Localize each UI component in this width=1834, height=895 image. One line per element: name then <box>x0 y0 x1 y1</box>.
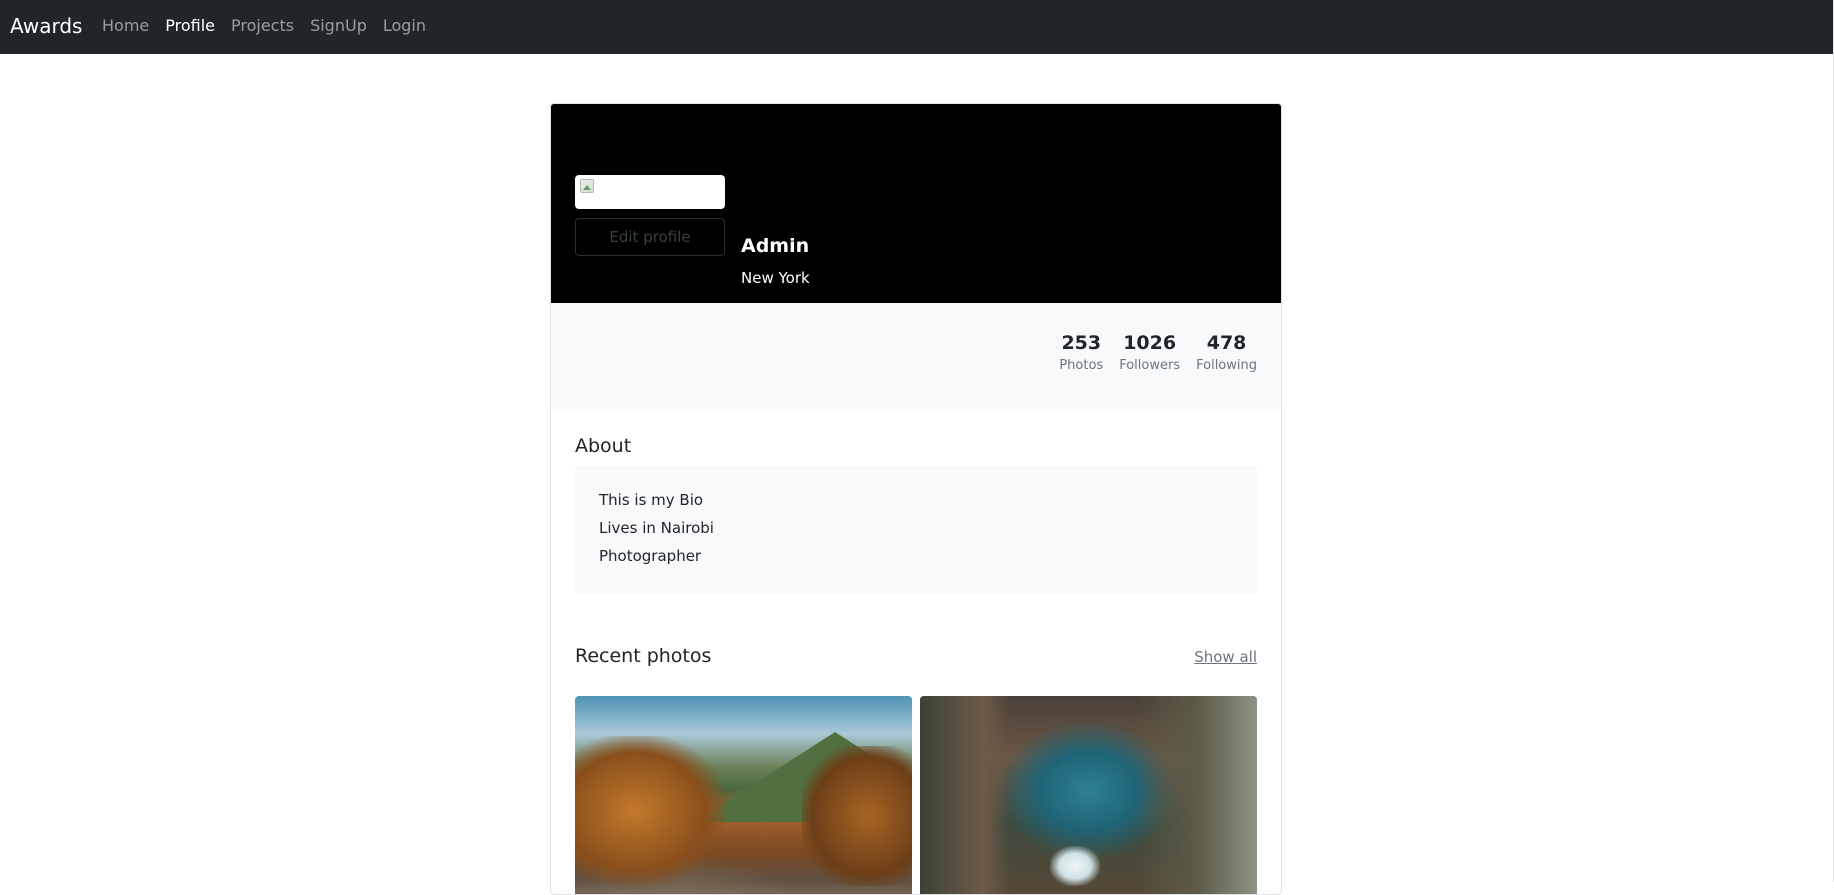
stats-bar: 253 Photos 1026 Followers 478 Following <box>551 303 1281 409</box>
photo-shape <box>1137 696 1257 894</box>
about-box: This is my Bio Lives in Nairobi Photogra… <box>575 466 1257 594</box>
profile-location: New York <box>741 269 810 287</box>
photo-shape <box>575 736 725 886</box>
bio-line: Lives in Nairobi <box>599 519 714 537</box>
brand-link[interactable]: Awards <box>10 13 82 39</box>
nav-link-profile[interactable]: Profile <box>165 15 215 37</box>
bio-line: Photographer <box>599 547 702 565</box>
stat-value: 1026 <box>1123 332 1177 354</box>
stat-label: Photos <box>1059 358 1104 373</box>
nav-link-home[interactable]: Home <box>102 15 149 37</box>
nav-link-projects[interactable]: Projects <box>231 15 294 37</box>
show-all-link[interactable]: Show all <box>1194 647 1257 667</box>
stat-label: Following <box>1196 358 1257 373</box>
nav-link-login[interactable]: Login <box>383 15 426 37</box>
navbar: Awards Home Profile Projects SignUp Logi… <box>0 0 1834 54</box>
nav-links: Home Profile Projects SignUp Login <box>102 15 426 37</box>
stats-list: 253 Photos 1026 Followers 478 Following <box>1059 331 1257 375</box>
stat-following: 478 Following <box>1196 331 1257 375</box>
bio-line: This is my Bio <box>599 491 704 509</box>
broken-image-icon <box>580 179 594 193</box>
photo-shape <box>802 746 912 886</box>
profile-name: Admin <box>741 235 810 257</box>
profile-card: Edit profile Admin New York 253 Photos 1… <box>550 103 1282 895</box>
recent-photos-heading: Recent photos <box>575 645 712 667</box>
nav-link-signup[interactable]: SignUp <box>310 15 367 37</box>
stat-value: 478 <box>1206 332 1247 354</box>
photo-shape <box>920 696 1010 894</box>
avatar <box>575 175 725 209</box>
edit-profile-button[interactable]: Edit profile <box>575 218 725 256</box>
photo-shape <box>1050 846 1100 886</box>
stat-followers: 1026 Followers <box>1119 331 1180 375</box>
photo-river-gorge[interactable] <box>920 696 1257 894</box>
stat-value: 253 <box>1061 332 1102 354</box>
photo-autumn-mountain[interactable] <box>575 696 912 894</box>
profile-cover: Edit profile Admin New York <box>551 104 1281 303</box>
stat-photos: 253 Photos <box>1059 331 1103 375</box>
stat-label: Followers <box>1119 358 1181 373</box>
about-heading: About <box>575 435 632 457</box>
